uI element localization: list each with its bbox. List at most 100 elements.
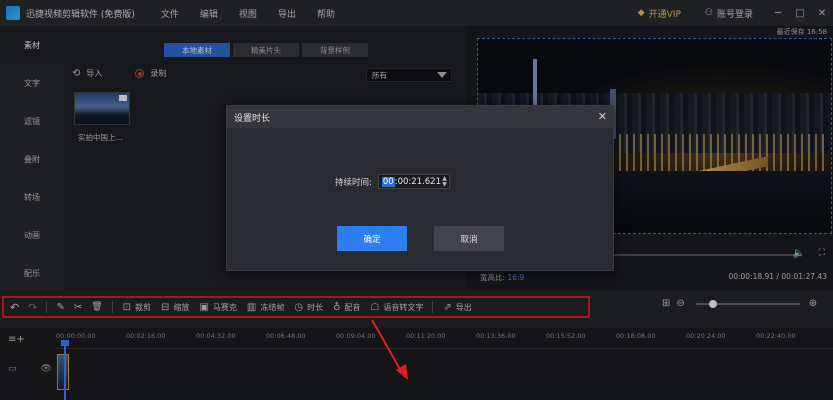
menu-edit[interactable]: 编辑 <box>200 7 218 20</box>
freeze-frame-button[interactable]: ▥ 冻结帧 <box>247 302 284 313</box>
scale-button[interactable]: ⊟ 缩放 <box>161 302 189 313</box>
ruler-tick-label: 00:20:24.00 <box>686 332 726 340</box>
freeze-frame-label: 冻结帧 <box>260 302 285 312</box>
sidebar-item-text[interactable]: 文字 <box>0 64 64 102</box>
aspect-ratio-value: 16:9 <box>507 273 525 282</box>
zoom-control: ⊞ ⊖ ⊕ <box>662 298 823 309</box>
annotation-arrow <box>371 319 408 380</box>
delete-icon[interactable]: 🗑 <box>91 302 102 312</box>
export-icon: ⇗ <box>443 301 452 313</box>
timecode: 00:00:18.91 / 00:01:27.43 <box>728 272 827 281</box>
ruler-tick-label: 00:11:20.00 <box>406 332 446 340</box>
sidebar-item-filter[interactable]: 滤镜 <box>0 102 64 140</box>
playhead[interactable] <box>61 340 69 400</box>
edit-icon[interactable]: ✎ <box>56 302 64 313</box>
zoom-in-icon[interactable]: ⊕ <box>809 298 817 309</box>
duration-input[interactable]: 00 :00:21.621 ▲ ▼ <box>377 174 450 189</box>
mosaic-icon: ▣ <box>199 301 209 313</box>
video-track-icon: ▭ <box>8 364 17 374</box>
set-duration-dialog: 设置时长 ✕ 持续时间: 00 :00:21.621 ▲ ▼ 确定 取消 <box>226 105 614 271</box>
import-button[interactable]: 导入 <box>86 68 102 79</box>
close-icon[interactable]: ✕ <box>598 110 607 123</box>
menu-bar: 文件 编辑 视图 导出 帮助 <box>161 7 356 20</box>
playback-progress-bar[interactable] <box>614 254 794 256</box>
filter-value: 所有 <box>372 70 387 80</box>
dialog-title: 设置时长 <box>234 113 271 124</box>
speech-to-text-button[interactable]: ☖ 语音转文字 <box>370 302 423 313</box>
record-button[interactable]: 录制 <box>150 68 166 79</box>
ruler-tick-label: 00:04:32.00 <box>196 332 236 340</box>
crop-button[interactable]: ⊡ 裁剪 <box>123 302 151 313</box>
export-button[interactable]: ⇗ 导出 <box>443 302 471 313</box>
minimize-button[interactable]: ─ <box>767 8 789 19</box>
voiceover-button[interactable]: ♁ 配音 <box>333 302 360 313</box>
title-right: ◆ 开通VIP ⚇ 账号登录 ─ □ ✕ <box>638 0 833 26</box>
material-filter-select[interactable]: 所有 <box>366 68 452 82</box>
cancel-button[interactable]: 取消 <box>434 226 504 251</box>
edit-toolbar: ↶ ↷ ✎ ✂ 🗑 ⊡ 裁剪 ⊟ 缩放 ▣ 马赛克 ▥ 冻结帧 ◷ 时长 ♁ 配… <box>0 290 833 328</box>
timeline-clip[interactable] <box>57 354 69 390</box>
close-window-button[interactable]: ✕ <box>811 8 833 19</box>
sidebar-item-transition[interactable]: 转场 <box>0 178 64 216</box>
microphone-icon: ♁ <box>333 301 341 313</box>
chevron-down-icon <box>437 72 447 78</box>
mosaic-button[interactable]: ▣ 马赛克 <box>199 302 236 313</box>
aspect-ratio[interactable]: 宽高比: 16:9 <box>480 272 524 283</box>
menu-file[interactable]: 文件 <box>161 7 179 20</box>
import-row: ⟲ 导入 录制 <box>72 68 166 79</box>
redo-icon[interactable]: ↷ <box>28 301 37 314</box>
login-button[interactable]: ⚇ 账号登录 <box>705 7 753 20</box>
visibility-icon[interactable]: 👁 <box>41 364 52 374</box>
duration-label: 持续时间: <box>335 177 372 188</box>
spinner-arrows-icon[interactable]: ▲ ▼ <box>442 176 447 188</box>
import-icon[interactable]: ⟲ <box>72 68 80 79</box>
tab-backgrounds[interactable]: 背景样例 <box>302 43 368 57</box>
scale-icon: ⊟ <box>161 301 170 313</box>
menu-view[interactable]: 视图 <box>239 7 257 20</box>
divider <box>46 301 48 313</box>
add-track-icon[interactable]: ≡+ <box>8 334 25 345</box>
duration-rest: :00:21.621 <box>394 176 441 187</box>
voiceover-label: 配音 <box>344 302 361 312</box>
dialog-header: 设置时长 ✕ <box>227 106 613 128</box>
zoom-slider[interactable] <box>695 299 800 308</box>
undo-icon[interactable]: ↶ <box>10 301 19 314</box>
sidebar-item-music[interactable]: 配乐 <box>0 254 64 292</box>
ruler-tick-label: 00:00:00.00 <box>56 332 96 340</box>
maximize-button[interactable]: □ <box>789 8 811 19</box>
menu-help[interactable]: 帮助 <box>317 7 335 20</box>
vip-button[interactable]: ◆ 开通VIP <box>638 7 681 20</box>
tab-intros[interactable]: 精美片头 <box>233 43 299 57</box>
volume-icon[interactable]: 🔈 <box>793 248 805 259</box>
timeline-ruler[interactable]: 00:00:00.00 00:02:16.00 00:04:32.00 00:06:4… <box>56 332 833 346</box>
sidebar-item-overlay[interactable]: 叠附 <box>0 140 64 178</box>
menu-export[interactable]: 导出 <box>278 7 296 20</box>
tab-local-material[interactable]: 本地素材 <box>164 43 230 57</box>
fit-timeline-icon[interactable]: ⊞ <box>662 298 670 309</box>
duration-button[interactable]: ◷ 时长 <box>294 302 323 313</box>
video-thumbnail[interactable] <box>74 92 130 125</box>
aspect-ratio-label: 宽高比: <box>480 273 506 282</box>
tool-group-highlighted: ↶ ↷ ✎ ✂ 🗑 ⊡ 裁剪 ⊟ 缩放 ▣ 马赛克 ▥ 冻结帧 ◷ 时长 ♁ 配… <box>2 296 590 318</box>
diamond-icon: ◆ <box>637 8 645 18</box>
ruler-tick-label: 00:15:52.00 <box>546 332 586 340</box>
zoom-slider-handle[interactable] <box>709 299 718 308</box>
left-sidebar: 素材 文字 滤镜 叠附 转场 动画 配乐 <box>0 26 64 290</box>
sidebar-item-material[interactable]: 素材 <box>0 26 64 64</box>
cut-icon[interactable]: ✂ <box>74 302 82 313</box>
sidebar-item-animation[interactable]: 动画 <box>0 216 64 254</box>
login-label: 账号登录 <box>716 9 753 20</box>
ruler-tick-label: 00:18:08.00 <box>616 332 656 340</box>
title-bar: 迅捷视频剪辑软件 (免费版) 文件 编辑 视图 导出 帮助 ◆ 开通VIP ⚇ … <box>0 0 833 26</box>
clock-icon: ◷ <box>294 301 304 313</box>
ruler-tick-label: 00:06:48.00 <box>266 332 306 340</box>
vip-label: 开通VIP <box>648 9 681 20</box>
record-icon[interactable] <box>135 69 145 78</box>
app-logo-icon <box>6 6 20 20</box>
fullscreen-icon[interactable]: ⛶ <box>819 248 825 258</box>
thumbnail-label: 实拍中国上... <box>78 133 123 142</box>
ruler-baseline <box>56 348 833 349</box>
ruler-tick-label: 00:02:16.00 <box>126 332 166 340</box>
confirm-button[interactable]: 确定 <box>337 226 407 251</box>
zoom-out-icon[interactable]: ⊖ <box>676 298 684 309</box>
